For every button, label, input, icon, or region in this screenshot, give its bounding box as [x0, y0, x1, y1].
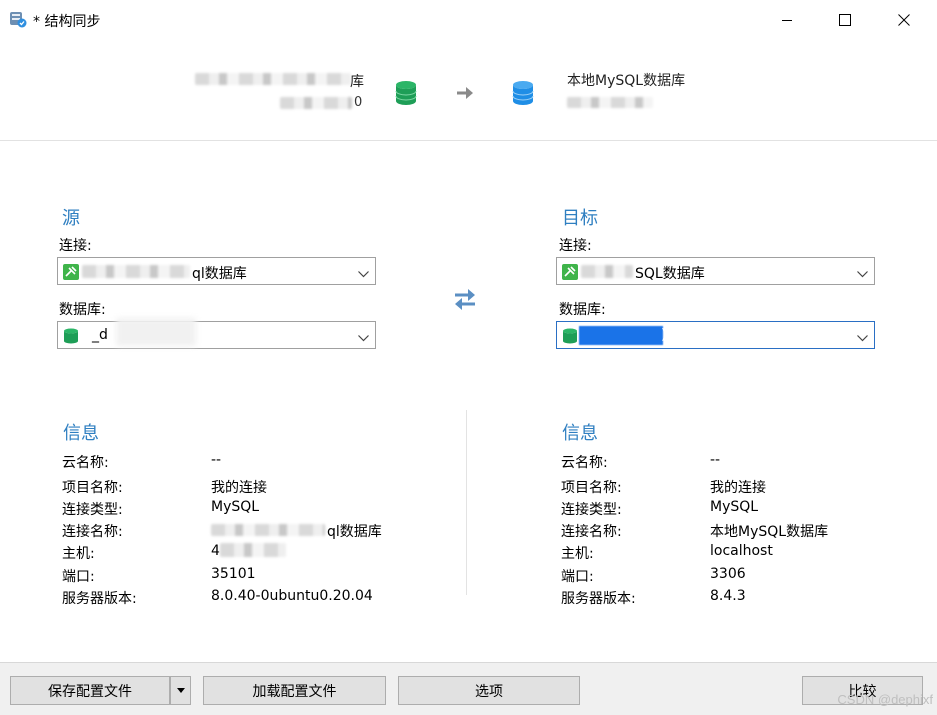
- source-info-value-connection-name: ql数据库: [327, 524, 382, 540]
- target-database-dropdown[interactable]: ): [556, 321, 875, 349]
- selected-text-highlight: [579, 326, 663, 345]
- source-connection-value: ql数据库: [192, 266, 247, 282]
- redacted-source-database-name: [116, 318, 196, 346]
- header-source-name: 库: [350, 74, 364, 90]
- source-info-key-project: 项目名称:: [62, 480, 123, 496]
- source-info-key-port: 端口:: [62, 569, 95, 585]
- target-info-key-connection-name: 连接名称:: [561, 524, 622, 540]
- mysql-connection-icon: [562, 264, 578, 280]
- footer-bar: 保存配置文件 加载配置文件 选项 比较 CSDN @dephixf: [0, 662, 937, 715]
- target-info-value-host: localhost: [710, 543, 773, 559]
- green-database-icon: [395, 80, 417, 106]
- load-profile-button[interactable]: 加载配置文件: [203, 676, 386, 705]
- target-info-value-project: 我的连接: [710, 480, 766, 496]
- save-profile-button[interactable]: 保存配置文件: [10, 676, 170, 705]
- source-info-key-cloud: 云名称:: [62, 455, 109, 471]
- structure-sync-app-icon: [9, 10, 27, 28]
- minimize-button[interactable]: [758, 0, 816, 40]
- header-target-name: 本地MySQL数据库: [567, 73, 686, 89]
- source-section-title: 源: [62, 208, 80, 229]
- target-section-title: 目标: [562, 208, 598, 229]
- title-bar: * 结构同步: [0, 0, 937, 40]
- source-database-label: 数据库:: [59, 302, 106, 318]
- target-connection-value: SQL数据库: [635, 266, 705, 282]
- target-info-key-cloud: 云名称:: [561, 455, 608, 471]
- swap-arrows-icon[interactable]: [452, 286, 478, 316]
- redacted-target-database: [567, 97, 653, 108]
- arrow-right-icon: [456, 86, 474, 104]
- target-info-key-project: 项目名称:: [561, 480, 622, 496]
- target-info-value-cloud: --: [710, 452, 721, 468]
- blue-database-icon: [512, 80, 534, 106]
- maximize-button[interactable]: [816, 0, 874, 40]
- source-info-value-version: 8.0.40-0ubuntu0.20.04: [211, 588, 373, 604]
- caret-down-icon: [176, 683, 186, 699]
- source-info-value-project: 我的连接: [211, 480, 267, 496]
- chevron-down-icon: [857, 266, 868, 282]
- source-info-key-host: 主机:: [62, 546, 95, 562]
- target-info-key-host: 主机:: [561, 546, 594, 562]
- options-button[interactable]: 选项: [398, 676, 580, 705]
- target-info-value-port: 3306: [710, 566, 746, 582]
- chevron-down-icon: [358, 266, 369, 282]
- redacted-target-connection-name: [581, 265, 633, 278]
- chevron-down-icon: [857, 330, 868, 346]
- target-info-value-type: MySQL: [710, 499, 759, 515]
- source-info-key-version: 服务器版本:: [62, 591, 137, 607]
- window-title: * 结构同步: [33, 14, 101, 30]
- source-connection-dropdown[interactable]: ql数据库: [57, 257, 376, 285]
- target-info-value-version: 8.4.3: [710, 588, 746, 604]
- source-info-title: 信息: [63, 423, 99, 444]
- target-info-key-version: 服务器版本:: [561, 591, 636, 607]
- redacted-source-database: [280, 97, 352, 109]
- redacted-source-connection: [195, 73, 351, 85]
- target-connection-label: 连接:: [559, 238, 592, 254]
- source-info-value-type: MySQL: [211, 499, 260, 515]
- target-database-label: 数据库:: [559, 302, 606, 318]
- target-connection-dropdown[interactable]: SQL数据库: [556, 257, 875, 285]
- source-database-value: _d: [92, 327, 108, 343]
- redacted-source-info-host: [220, 543, 286, 557]
- redacted-source-connection-name: [82, 265, 190, 278]
- redacted-source-info-connection-name: [211, 524, 325, 536]
- close-button[interactable]: [875, 0, 933, 40]
- target-info-key-port: 端口:: [561, 569, 594, 585]
- chevron-down-icon: [358, 330, 369, 346]
- source-info-value-cloud: --: [211, 452, 222, 468]
- target-info-key-type: 连接类型:: [561, 502, 622, 518]
- source-connection-label: 连接:: [59, 238, 92, 254]
- target-database-value: ): [661, 327, 667, 343]
- sync-header: 库 0 本地MySQL数据库: [0, 40, 937, 141]
- green-database-icon: [562, 328, 578, 344]
- watermark: CSDN @dephixf: [837, 692, 933, 707]
- source-info-value-port: 35101: [211, 566, 256, 582]
- target-info-value-connection-name: 本地MySQL数据库: [710, 524, 829, 540]
- target-info-title: 信息: [562, 423, 598, 444]
- source-database-dropdown[interactable]: _d: [57, 318, 376, 349]
- mysql-connection-icon: [63, 264, 79, 280]
- source-info-key-connection-name: 连接名称:: [62, 524, 123, 540]
- info-divider: [466, 410, 467, 595]
- header-source-db: 0: [354, 95, 363, 110]
- save-profile-dropdown-button[interactable]: [170, 676, 191, 705]
- green-database-icon: [63, 328, 79, 344]
- source-info-key-type: 连接类型:: [62, 502, 123, 518]
- source-info-value-host: 4: [211, 543, 220, 559]
